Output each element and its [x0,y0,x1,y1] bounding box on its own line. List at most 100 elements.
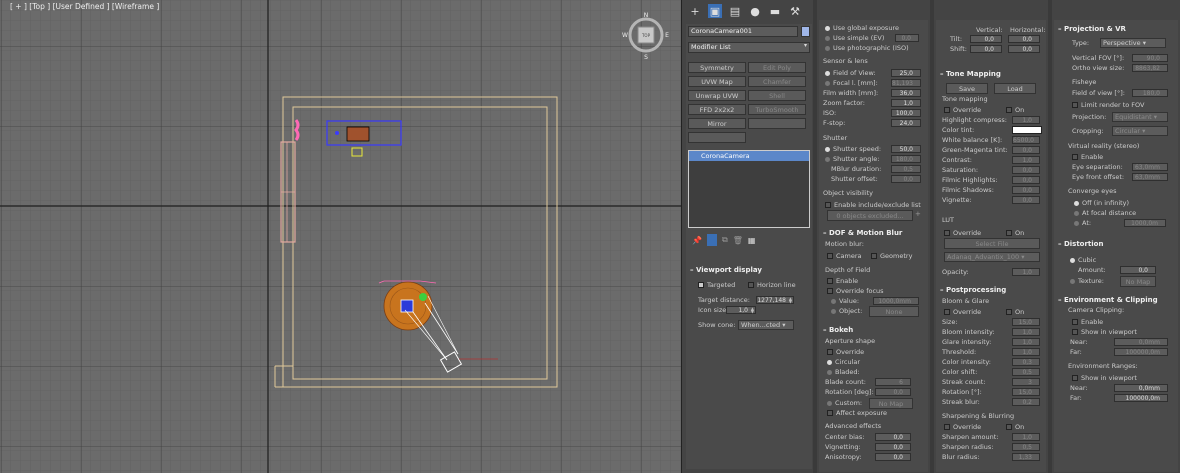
modifier-button-ffd-2x2x2[interactable]: FFD 2x2x2 [688,104,746,115]
streak-rotation-field[interactable]: 15,0 [1012,388,1040,396]
clipping-enable-checkbox[interactable]: Enable [1072,317,1103,327]
modifier-button-empty-9[interactable] [748,118,806,129]
modifier-button-turbosmooth[interactable]: TurboSmooth [748,104,806,115]
tone-save-button[interactable]: Save [946,83,988,94]
bloom-size-field[interactable]: 15,0 [1012,318,1040,326]
dof-object-radio[interactable]: Object: [831,306,862,316]
modifier-button-uvw-map[interactable]: UVW Map [688,76,746,87]
mb-geometry-checkbox[interactable]: Geometry [871,251,912,261]
converge-focal-radio[interactable]: At focal distance [1074,208,1136,218]
filmic-highlights-field[interactable]: 0,0 [1012,176,1040,184]
environment-clipping-rollout[interactable]: – Environment & Clipping [1058,294,1158,306]
modifier-button-mirror[interactable]: Mirror [688,118,746,129]
bg-override-checkbox[interactable]: Override [944,307,981,317]
use-global-exposure-radio[interactable]: Use global exposure [825,23,899,33]
converge-at-radio[interactable]: At: [1074,218,1091,228]
glare-intensity-field[interactable]: 1,0 [1012,338,1040,346]
color-tint-swatch[interactable] [1012,126,1042,134]
streak-blur-field[interactable]: 0,2 [1012,398,1040,406]
limit-render-checkbox[interactable]: Limit render to FOV [1072,100,1144,110]
lut-override-checkbox[interactable]: Override [944,228,981,238]
shutter-speed-radio[interactable]: Shutter speed: [825,144,881,154]
use-photographic-radio[interactable]: Use photographic (ISO) [825,43,909,53]
custom-radio[interactable]: Custom: [827,398,862,408]
panel-scrollbar[interactable] [930,0,934,473]
pin-stack-icon[interactable]: 📌 [692,236,702,245]
texture-radio[interactable]: Texture: [1070,276,1104,286]
display-tab-icon[interactable]: ▬ [768,4,782,18]
dof-value-field[interactable]: 1000,0mm [873,297,919,305]
postprocessing-rollout[interactable]: – Postprocessing [940,284,1006,296]
saturation-field[interactable]: 0,0 [1012,166,1040,174]
viewcube-east[interactable]: E [665,32,669,39]
show-end-result-icon[interactable] [706,234,717,246]
panel-scrollbar[interactable] [813,0,817,473]
modifier-button-symmetry[interactable]: Symmetry [688,62,746,73]
lut-file-dropdown[interactable]: Adanaq_Advantix_100 ▾ [944,252,1040,262]
modifier-stack[interactable]: CoronaCamera [688,150,810,228]
sharpen-amount-field[interactable]: 1,0 [1012,433,1040,441]
use-simple-ev-radio[interactable]: Use simple (EV) [825,33,884,43]
target-distance-field[interactable]: 1277,148 ▲ ▼ [756,296,794,304]
show-cone-dropdown[interactable]: When...cted ▾ [738,320,794,330]
clipping-show-checkbox[interactable]: Show in viewport [1072,327,1137,337]
color-intensity-field[interactable]: 0,3 [1012,358,1040,366]
focal-radio[interactable]: Focal l. [mm]: [825,78,878,88]
distortion-texture-button[interactable]: No Map [1120,276,1156,287]
tm-on-checkbox[interactable]: On [1006,105,1024,115]
modify-tab-icon[interactable]: ▣ [708,4,722,18]
distortion-amount-field[interactable]: 0,0 [1120,266,1156,274]
icon-size-field[interactable]: 1,0 ▲ ▼ [726,306,756,314]
projection-type-dropdown[interactable]: Perspective ▾ [1100,38,1166,48]
sharpen-radius-field[interactable]: 0,5 [1012,443,1040,451]
visibility-enable-checkbox[interactable]: Enable include/exclude list [825,200,921,210]
bokeh-rollout[interactable]: – Bokeh [823,324,853,336]
vertical-fov-field[interactable]: 90,0 [1132,54,1168,62]
aperture-override-checkbox[interactable]: Override [827,347,864,357]
dof-enable-checkbox[interactable]: Enable [827,276,858,286]
modifier-button-unwrap-uvw[interactable]: Unwrap UVW [688,90,746,101]
modifier-button-empty-10[interactable] [688,132,746,143]
plus-icon[interactable]: + [915,210,921,218]
object-name-field[interactable]: CoronaCamera001 [688,26,798,37]
vignette-field[interactable]: 0,0 [1012,196,1040,204]
tm-override-checkbox[interactable]: Override [944,105,981,115]
objects-excluded-button[interactable]: 0 objects excluded... [827,210,913,221]
modifier-button-chamfer[interactable]: Chamfer [748,76,806,87]
modifier-list-dropdown[interactable]: Modifier List [688,42,810,53]
eye-front-offset-field[interactable]: 63,0mm [1132,173,1168,181]
remove-modifier-icon[interactable]: 🗑 [733,236,743,245]
ortho-size-field[interactable]: 8863,82 [1132,64,1168,72]
spinner-icon[interactable]: ▲ ▼ [751,307,754,314]
mb-camera-checkbox[interactable]: Camera [827,251,862,261]
vr-enable-checkbox[interactable]: Enable [1072,152,1103,162]
dof-motion-blur-rollout[interactable]: – DOF & Motion Blur [823,227,902,239]
viewport-label[interactable]: [ + ] [Top ] [User Defined ] [Wireframe … [10,2,159,11]
zoom-factor-field[interactable]: 1,0 [891,99,921,107]
clip-near-field[interactable]: 0,0mm [1114,338,1168,346]
configure-modifier-sets-icon[interactable]: ▦ [748,236,756,245]
clip-far-field[interactable]: 100000,0m [1114,348,1168,356]
fisheye-projection-dropdown[interactable]: Equidistant ▾ [1112,112,1168,122]
viewport-top[interactable]: [ + ] [Top ] [User Defined ] [Wireframe … [0,0,682,473]
highlight-compress-field[interactable]: 1,0 [1012,116,1040,124]
override-focus-checkbox[interactable]: Override focus [827,286,884,296]
sh-on-checkbox[interactable]: On [1006,422,1024,432]
filmic-shadows-field[interactable]: 0,0 [1012,186,1040,194]
aperture-bladed-radio[interactable]: Bladed: [827,367,860,377]
blur-radius-field[interactable]: 1,33 [1012,453,1040,461]
cropping-dropdown[interactable]: Circular ▾ [1112,126,1168,136]
fov-field[interactable]: 25,0 [891,69,921,77]
create-tab-icon[interactable]: + [688,4,702,18]
object-color-swatch[interactable] [801,26,810,37]
dof-object-button[interactable]: None [869,306,919,317]
green-magenta-field[interactable]: 0,0 [1012,146,1040,154]
tilt-vertical-field[interactable]: 0,0 [970,35,1002,43]
motion-tab-icon[interactable]: ● [748,4,762,18]
tone-mapping-rollout[interactable]: – Tone Mapping [940,68,1001,80]
distortion-rollout[interactable]: – Distortion [1058,238,1103,250]
blade-count-field[interactable]: 6 [875,378,911,386]
lut-on-checkbox[interactable]: On [1006,228,1024,238]
viewcube-west[interactable]: W [622,32,628,39]
bloom-intensity-field[interactable]: 1,0 [1012,328,1040,336]
